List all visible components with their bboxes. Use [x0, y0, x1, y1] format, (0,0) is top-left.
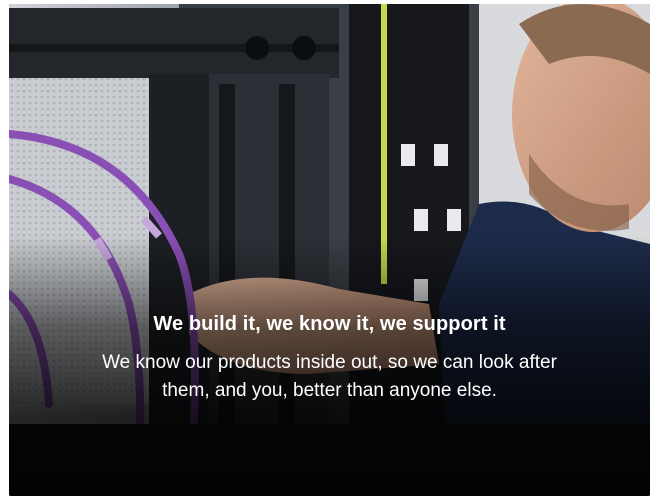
card-body-text: We know our products inside out, so we c… [102, 352, 557, 401]
rack-top-rail [9, 8, 339, 78]
card-headline: We build it, we know it, we support it [153, 313, 506, 335]
promo-card: We build it, we know it, we support it W… [9, 4, 650, 496]
caption: We build it, we know it, we support it W… [49, 310, 610, 405]
